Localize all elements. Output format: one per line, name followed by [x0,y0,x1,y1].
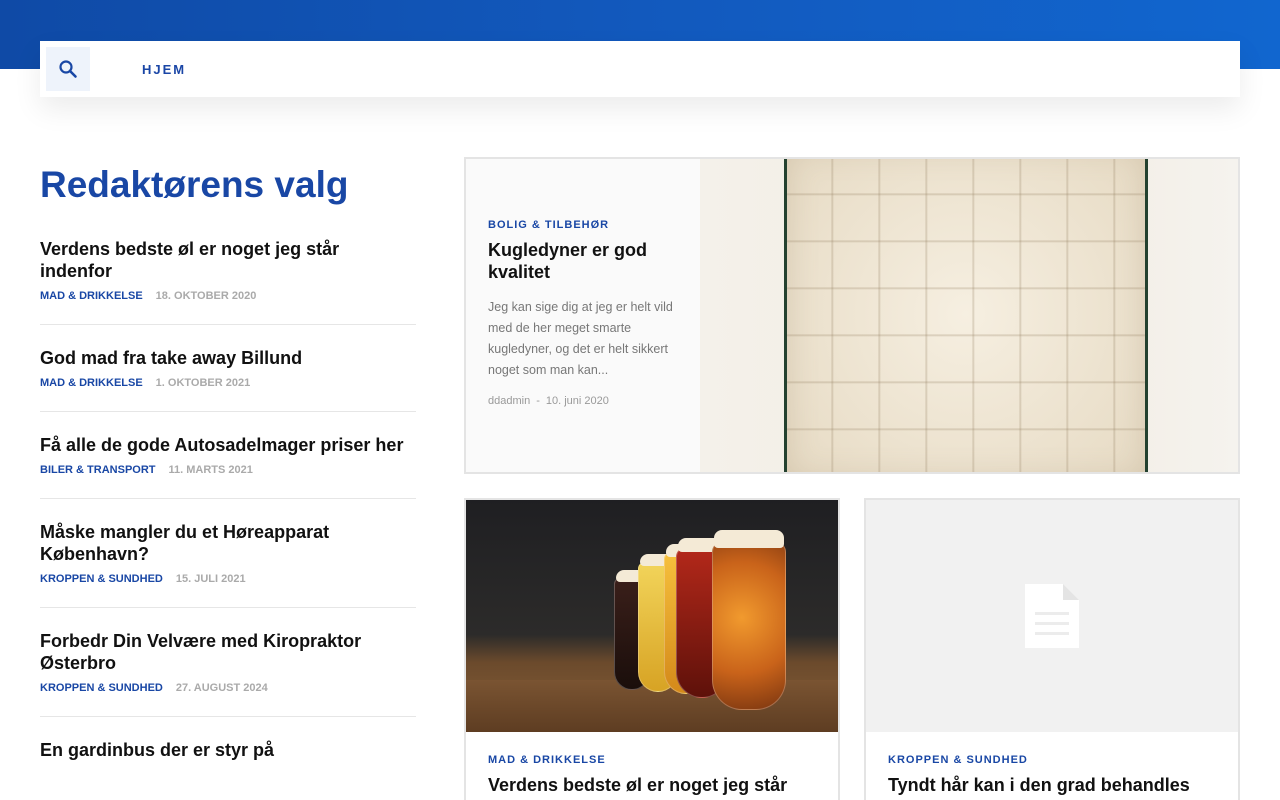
post-card-title[interactable]: Tyndt hår kan i den grad behandles [888,774,1216,796]
search-icon [59,60,77,78]
post-title-link[interactable]: Forbedr Din Velvære med Kiropraktor Øste… [40,630,416,674]
category-link[interactable]: MAD & DRIKKELSE [40,290,143,302]
featured-post-image[interactable] [700,159,1238,472]
post-title-link[interactable]: Verdens bedste øl er noget jeg står inde… [40,238,416,282]
featured-post-byline: ddadmin - 10. juni 2020 [488,395,678,407]
category-link[interactable]: KROPPEN & SUNDHED [40,682,163,694]
list-item: Måske mangler du et Høreapparat Københav… [40,521,416,608]
post-card-text: MAD & DRIKKELSE Verdens bedste øl er nog… [466,732,838,796]
image-placeholder[interactable] [866,500,1238,732]
post-meta: KROPPEN & SUNDHED 27. AUGUST 2024 [40,682,416,694]
list-item: Verdens bedste øl er noget jeg står inde… [40,238,416,325]
post-date: 27. AUGUST 2024 [175,682,268,694]
section-title: Redaktørens valg [40,164,349,205]
featured-post-card[interactable]: BOLIG & TILBEHØR Kugledyner er god kvali… [464,157,1240,474]
post-title-link[interactable]: En gardinbus der er styr på [40,739,416,761]
category-link[interactable]: KROPPEN & SUNDHED [888,754,1216,766]
featured-post-excerpt: Jeg kan sige dig at jeg er helt vild med… [488,300,673,377]
post-title-link[interactable]: Måske mangler du et Høreapparat Københav… [40,521,416,565]
post-meta: BILER & TRANSPORT 11. MARTS 2021 [40,464,416,476]
post-date: 1. OKTOBER 2021 [155,377,251,389]
post-title-link[interactable]: God mad fra take away Billund [40,347,416,369]
category-link[interactable]: MAD & DRIKKELSE [488,754,816,766]
post-date: 10. juni 2020 [545,395,609,407]
document-icon [1025,584,1079,648]
editors-pick-section: Redaktørens valg Verdens bedste øl er no… [40,160,416,800]
nav-home-link[interactable]: HJEM [142,62,186,77]
list-item: Få alle de gode Autosadelmager priser he… [40,434,416,499]
featured-post-title[interactable]: Kugledyner er god kvalitet [488,239,678,283]
category-link[interactable]: BOLIG & TILBEHØR [488,219,678,231]
list-item: God mad fra take away Billund MAD & DRIK… [40,347,416,412]
category-link[interactable]: BILER & TRANSPORT [40,464,156,476]
list-item: Forbedr Din Velvære med Kiropraktor Øste… [40,630,416,717]
post-meta: MAD & DRIKKELSE 1. OKTOBER 2021 [40,377,416,389]
beer-foam [714,530,784,548]
post-meta: KROPPEN & SUNDHED 15. JULI 2021 [40,573,416,585]
beer-glasses-image[interactable] [466,500,838,732]
post-card[interactable]: MAD & DRIKKELSE Verdens bedste øl er nog… [464,498,840,800]
post-date: 18. OKTOBER 2020 [155,290,257,302]
featured-post-text: BOLIG & TILBEHØR Kugledyner er god kvali… [466,159,700,472]
list-item: En gardinbus der er styr på [40,739,416,783]
author-link[interactable]: ddadmin [488,395,530,407]
beer-glass [712,542,786,710]
post-meta: MAD & DRIKKELSE 18. OKTOBER 2020 [40,290,416,302]
main-navbar: HJEM [40,41,1240,97]
post-card-title[interactable]: Verdens bedste øl er noget jeg står [488,774,816,796]
post-card-text: KROPPEN & SUNDHED Tyndt hår kan i den gr… [866,732,1238,796]
category-link[interactable]: MAD & DRIKKELSE [40,377,143,389]
post-date: 15. JULI 2021 [175,573,246,585]
post-card[interactable]: KROPPEN & SUNDHED Tyndt hår kan i den gr… [864,498,1240,800]
category-link[interactable]: KROPPEN & SUNDHED [40,573,163,585]
post-title-link[interactable]: Få alle de gode Autosadelmager priser he… [40,434,416,456]
search-button[interactable] [46,47,90,91]
byline-separator: - [536,395,540,407]
post-date: 11. MARTS 2021 [168,464,253,476]
duvet-image [784,159,1148,472]
